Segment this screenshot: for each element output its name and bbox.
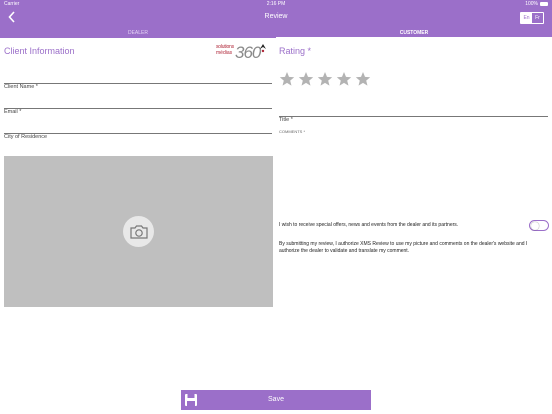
tab-dealer[interactable]: DEALER	[0, 28, 276, 38]
email-input[interactable]	[4, 109, 272, 115]
review-title-input[interactable]	[279, 117, 548, 123]
star-icon[interactable]	[279, 71, 295, 87]
battery-icon	[540, 2, 548, 6]
star-icon[interactable]	[336, 71, 352, 87]
battery-indicator: 100%	[525, 1, 548, 7]
language-switch[interactable]: En Fr	[520, 12, 544, 24]
nav-bar: Review En Fr	[0, 9, 552, 28]
review-title-field[interactable]	[279, 108, 548, 123]
client-information-heading: Client Information	[4, 46, 75, 56]
toggle-knob	[531, 222, 539, 230]
save-button[interactable]: Save	[181, 390, 371, 410]
email-field[interactable]	[4, 100, 272, 115]
save-label: Save	[268, 396, 284, 403]
photo-picker[interactable]	[4, 156, 273, 307]
city-field[interactable]	[4, 125, 272, 140]
camera-button[interactable]	[123, 216, 154, 247]
legal-disclaimer: By submitting my review, I authorize XMS…	[279, 241, 528, 254]
client-name-field[interactable]	[4, 75, 272, 90]
logo-mark-icon	[260, 44, 266, 53]
star-rating[interactable]	[279, 71, 371, 87]
camera-icon	[129, 224, 148, 239]
brand-logo: solutions médias 360	[216, 43, 270, 65]
city-input[interactable]	[4, 134, 272, 140]
language-fr-button[interactable]: Fr	[532, 13, 543, 23]
language-en-button[interactable]: En	[521, 13, 532, 23]
client-name-input[interactable]	[4, 84, 272, 90]
comments-input[interactable]	[279, 129, 548, 209]
rating-panel: Rating * I wish to receive special offer…	[276, 39, 552, 389]
clock: 2:16 PM	[266, 1, 286, 7]
page-title: Review	[264, 13, 288, 20]
rating-heading: Rating *	[279, 46, 312, 56]
client-information-panel: Client Information solutions médias 360	[0, 39, 276, 389]
optin-label: I wish to receive special offers, news a…	[279, 222, 459, 228]
star-icon[interactable]	[317, 71, 333, 87]
star-icon[interactable]	[355, 71, 371, 87]
optin-toggle[interactable]	[529, 220, 549, 231]
battery-percent: 100%	[525, 1, 538, 7]
status-bar: Carrier 2:16 PM 100%	[0, 0, 552, 9]
star-icon[interactable]	[298, 71, 314, 87]
